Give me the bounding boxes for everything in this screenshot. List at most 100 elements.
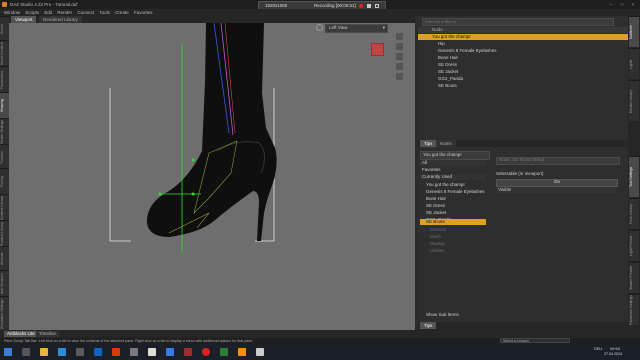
menu-tools[interactable]: Tools bbox=[99, 10, 110, 15]
tab-aniblocks-lite[interactable]: Aniblocks Lite bbox=[4, 331, 38, 337]
tab-animate[interactable]: Animate bbox=[0, 246, 9, 271]
sub-item[interactable]: General bbox=[420, 227, 486, 233]
menu-favorites[interactable]: Favorites bbox=[134, 10, 153, 15]
sub-item-label: Mesh bbox=[430, 234, 442, 239]
panel-bottom-bar: Tips bbox=[418, 322, 628, 330]
tab-shaping[interactable]: Shaping bbox=[0, 92, 9, 119]
orbit-icon[interactable] bbox=[396, 33, 403, 40]
tab-viewport[interactable]: Viewport bbox=[11, 16, 37, 23]
stop-icon[interactable] bbox=[367, 4, 371, 8]
scene-item-boots[interactable]: SE Boots bbox=[418, 83, 628, 89]
tab-rendered-library[interactable]: Rendered Library bbox=[39, 16, 82, 23]
lesson-select[interactable]: Select a Lesson bbox=[500, 338, 570, 343]
clock-time[interactable]: 09:54 bbox=[610, 346, 620, 351]
tab-tips-bottom[interactable]: Tips bbox=[420, 322, 437, 329]
sub-item[interactable]: Utilities bbox=[420, 248, 486, 254]
app-icon[interactable] bbox=[166, 348, 174, 356]
tab-tool-settings[interactable]: Tool Settings bbox=[629, 156, 639, 197]
camera-select[interactable]: Left View ▾ bbox=[325, 24, 388, 33]
close-button[interactable]: × bbox=[628, 1, 638, 8]
menu-scripts[interactable]: Scripts bbox=[25, 10, 39, 15]
tab-smart-content[interactable]: Smart Content bbox=[0, 40, 9, 67]
filter-all[interactable]: All bbox=[420, 160, 486, 166]
figure-select[interactable]: You got the champ! bbox=[420, 151, 490, 160]
scene-search-input[interactable]: Enter text to filter by... bbox=[422, 18, 614, 26]
edge-icon[interactable] bbox=[58, 348, 66, 356]
tab-tips[interactable]: Tips bbox=[420, 140, 437, 147]
tab-timeline-bottom[interactable]: Timeline bbox=[36, 331, 59, 337]
tab-aux-viewport[interactable]: Aux Viewport bbox=[0, 270, 9, 297]
list-item[interactable]: Bone Hair bbox=[426, 196, 446, 201]
viewport-3d[interactable]: Left View ▾ bbox=[9, 23, 415, 330]
record-icon[interactable] bbox=[359, 4, 363, 8]
scene-item-hip[interactable]: Hip bbox=[418, 41, 628, 47]
tab-lights[interactable]: Lights bbox=[629, 48, 639, 79]
settings-icon[interactable] bbox=[375, 4, 379, 8]
scene-item-jacket[interactable]: SE Jacket bbox=[418, 69, 628, 75]
list-item[interactable]: SE Jacket bbox=[426, 210, 446, 215]
clock-date[interactable]: 27.04.2024 bbox=[604, 352, 622, 356]
tab-scene[interactable]: Scene bbox=[0, 16, 9, 41]
sub-item[interactable]: Mesh bbox=[420, 234, 486, 240]
menu-connect[interactable]: Connect bbox=[77, 10, 94, 15]
tab-light-presets[interactable]: Light Presets bbox=[629, 230, 639, 261]
app-icon[interactable] bbox=[130, 348, 138, 356]
sub-item[interactable]: Display bbox=[420, 241, 486, 247]
list-item[interactable]: You got the champ! bbox=[426, 182, 465, 187]
menu-render[interactable]: Render bbox=[57, 10, 72, 15]
list-item[interactable]: SE Dress bbox=[426, 203, 445, 208]
sub-item-label: Display bbox=[430, 241, 445, 246]
scene-item-label: You got the champ! bbox=[432, 34, 471, 39]
camera-icon[interactable] bbox=[316, 24, 323, 31]
recorder-app-icon[interactable] bbox=[202, 348, 210, 356]
scene-item-label: Hip bbox=[438, 41, 445, 46]
maximize-button[interactable]: □ bbox=[617, 1, 627, 8]
tab-shader-presets[interactable]: Shader Presets bbox=[629, 262, 639, 293]
filter-favorites[interactable]: Favorites bbox=[420, 167, 486, 173]
start-icon[interactable] bbox=[4, 348, 12, 356]
scene-item-dress[interactable]: SE Dress bbox=[418, 62, 628, 68]
list-item[interactable]: Genesis 8 Female Eyelashes bbox=[426, 189, 485, 194]
app-icon[interactable] bbox=[256, 348, 264, 356]
tab-product-library[interactable]: Product Library bbox=[0, 220, 9, 247]
tab-pose-library[interactable]: Pose Library bbox=[629, 198, 639, 229]
app-icon[interactable] bbox=[148, 348, 156, 356]
tab-parameter-settings[interactable]: Parameter Settings bbox=[629, 294, 639, 325]
filter-currently-used[interactable]: Currently Used bbox=[420, 174, 486, 180]
selectable-toggle[interactable]: On bbox=[496, 179, 618, 187]
tab-render-library[interactable]: Render Library bbox=[629, 80, 639, 121]
list-item-selected[interactable]: SE Boots bbox=[420, 219, 486, 225]
tab-posing[interactable]: Posing bbox=[0, 168, 9, 195]
scene-item-panda[interactable]: GG2_Panda bbox=[418, 76, 628, 82]
scene-item-hair[interactable]: Bone Hair bbox=[418, 55, 628, 61]
app-icon[interactable] bbox=[94, 348, 102, 356]
pan-icon[interactable] bbox=[396, 43, 403, 50]
reset-icon[interactable] bbox=[396, 73, 403, 80]
menu-create[interactable]: Create bbox=[115, 10, 129, 15]
daz-taskbar-icon[interactable] bbox=[238, 348, 246, 356]
taskview-icon[interactable] bbox=[22, 348, 30, 356]
tab-notes[interactable]: Notes bbox=[436, 140, 456, 147]
menu-edit[interactable]: Edit bbox=[44, 10, 52, 15]
zoom-icon[interactable] bbox=[396, 53, 403, 60]
show-sub-items-checkbox[interactable]: Show Sub Items bbox=[420, 312, 486, 318]
tab-render-settings[interactable]: Render Settings bbox=[0, 118, 9, 145]
scene-item-eyelashes[interactable]: Genesis 8 Female Eyelashes bbox=[418, 48, 628, 54]
boot-figure[interactable] bbox=[146, 23, 277, 241]
tab-surfaces[interactable]: Surfaces bbox=[629, 16, 639, 47]
menu-window[interactable]: Window bbox=[4, 10, 20, 15]
app-icon[interactable] bbox=[112, 348, 120, 356]
tray-language[interactable]: DEU bbox=[594, 347, 602, 351]
minimize-button[interactable]: – bbox=[606, 1, 616, 8]
frame-icon[interactable] bbox=[396, 63, 403, 70]
app-icon[interactable] bbox=[220, 348, 228, 356]
tab-timeline[interactable]: Timeline bbox=[0, 144, 9, 169]
explorer-icon[interactable] bbox=[40, 348, 48, 356]
tab-content-library[interactable]: Content Library bbox=[0, 194, 9, 221]
tab-parameters[interactable]: Parameters bbox=[0, 66, 9, 93]
app-icon[interactable] bbox=[76, 348, 84, 356]
tab-simulation-settings[interactable]: Simulation Settings bbox=[0, 296, 9, 331]
app-icon[interactable] bbox=[184, 348, 192, 356]
view-cube[interactable] bbox=[371, 43, 384, 56]
scene-item-figure[interactable]: You got the champ! bbox=[418, 34, 628, 40]
